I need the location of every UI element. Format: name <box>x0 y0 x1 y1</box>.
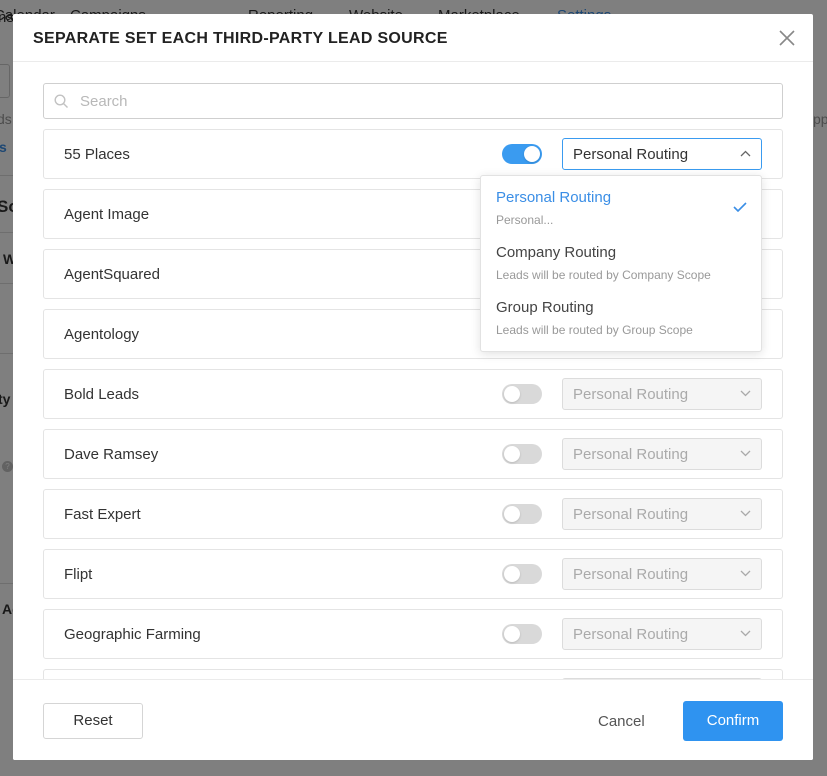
lead-source-name: Bold Leads <box>64 386 140 403</box>
dropdown-option-label: Company Routing <box>496 244 617 261</box>
lead-source-row: Geographic Farming Personal Routing <box>43 609 783 659</box>
routing-select[interactable]: Personal Routing <box>562 498 762 530</box>
lead-source-toggle[interactable] <box>502 564 542 584</box>
lead-source-row <box>43 669 783 679</box>
routing-select[interactable]: Personal Routing <box>562 138 762 170</box>
lead-source-row: Dave Ramsey Personal Routing <box>43 429 783 479</box>
lead-source-toggle[interactable] <box>502 624 542 644</box>
routing-select[interactable]: Personal Routing <box>562 618 762 650</box>
chevron-down-icon <box>740 570 751 577</box>
chevron-down-icon <box>740 510 751 517</box>
lead-source-toggle[interactable] <box>502 384 542 404</box>
modal-header: SEPARATE SET EACH THIRD-PARTY LEAD SOURC… <box>13 14 813 62</box>
search-icon <box>54 94 68 108</box>
toggle-knob <box>504 446 520 462</box>
dropdown-option-personal-routing[interactable]: Personal Routing Personal... <box>481 176 761 231</box>
routing-select[interactable]: Personal Routing <box>562 438 762 470</box>
reset-button[interactable]: Reset <box>43 703 143 739</box>
chevron-down-icon <box>740 630 751 637</box>
lead-source-row: 55 Places Personal Routing <box>43 129 783 179</box>
chevron-up-icon <box>740 150 751 157</box>
dropdown-option-label: Group Routing <box>496 299 594 316</box>
search-box <box>43 83 783 119</box>
routing-select-value: Personal Routing <box>573 566 689 583</box>
lead-source-modal: SEPARATE SET EACH THIRD-PARTY LEAD SOURC… <box>13 14 813 760</box>
routing-dropdown-menu: Personal Routing Personal... Company Rou… <box>480 175 762 352</box>
chevron-down-icon <box>740 450 751 457</box>
lead-source-toggle[interactable] <box>502 444 542 464</box>
routing-select-value: Personal Routing <box>573 506 689 523</box>
toggle-knob <box>524 146 540 162</box>
routing-select-value: Personal Routing <box>573 446 689 463</box>
lead-source-name: Fast Expert <box>64 506 141 523</box>
modal-footer: Reset Cancel Confirm <box>13 679 813 760</box>
routing-select-value: Personal Routing <box>573 626 689 643</box>
lead-source-row: Flipt Personal Routing <box>43 549 783 599</box>
routing-select[interactable]: Personal Routing <box>562 378 762 410</box>
dropdown-option-company-routing[interactable]: Company Routing Leads will be routed by … <box>481 231 761 286</box>
dropdown-option-description: Leads will be routed by Company Scope <box>496 268 711 282</box>
dropdown-option-description: Personal... <box>496 213 554 227</box>
routing-select[interactable]: Personal Routing <box>562 558 762 590</box>
checkmark-icon <box>733 202 747 212</box>
lead-source-row: Fast Expert Personal Routing <box>43 489 783 539</box>
routing-select-value: Personal Routing <box>573 386 689 403</box>
confirm-button[interactable]: Confirm <box>683 701 783 741</box>
lead-source-name: Agent Image <box>64 206 150 223</box>
close-button[interactable] <box>777 28 797 48</box>
close-icon <box>779 30 795 46</box>
routing-select-value: Personal Routing <box>573 146 689 163</box>
lead-source-name: Flipt <box>64 566 93 583</box>
dropdown-option-description: Leads will be routed by Group Scope <box>496 323 693 337</box>
dropdown-option-group-routing[interactable]: Group Routing Leads will be routed by Gr… <box>481 286 761 341</box>
cancel-button[interactable]: Cancel <box>598 713 645 730</box>
toggle-knob <box>504 566 520 582</box>
modal-title: SEPARATE SET EACH THIRD-PARTY LEAD SOURC… <box>33 30 448 47</box>
lead-source-row: Bold Leads Personal Routing <box>43 369 783 419</box>
search-input[interactable] <box>78 84 768 118</box>
toggle-knob <box>504 386 520 402</box>
lead-source-name: AgentSquared <box>64 266 160 283</box>
toggle-knob <box>504 626 520 642</box>
dropdown-option-label: Personal Routing <box>496 189 612 206</box>
toggle-knob <box>504 506 520 522</box>
chevron-down-icon <box>740 390 751 397</box>
lead-source-name: Dave Ramsey <box>64 446 159 463</box>
lead-source-name: 55 Places <box>64 146 130 163</box>
lead-source-toggle[interactable] <box>502 144 542 164</box>
lead-source-toggle[interactable] <box>502 504 542 524</box>
lead-source-name: Geographic Farming <box>64 626 201 643</box>
lead-source-name: Agentology <box>64 326 140 343</box>
